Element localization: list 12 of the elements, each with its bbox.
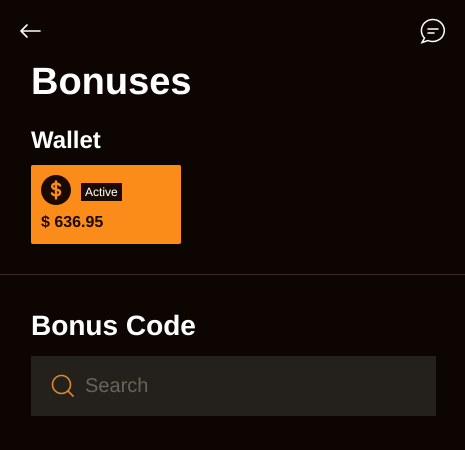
back-arrow-icon — [19, 23, 41, 39]
status-badge: Active — [81, 183, 122, 201]
chat-icon — [420, 18, 446, 44]
search-field[interactable]: Search — [31, 356, 436, 416]
search-icon — [51, 374, 75, 398]
dollar-coin-icon — [41, 175, 71, 205]
section-heading: Wallet — [31, 126, 102, 156]
chat-button[interactable] — [419, 17, 447, 45]
wallet-card[interactable]: Active $ 636.95 — [31, 165, 181, 244]
page-title: Bonuses — [31, 60, 192, 105]
wallet-amount: $ 636.95 — [41, 213, 104, 233]
section-heading: Bonus Code — [31, 309, 197, 343]
